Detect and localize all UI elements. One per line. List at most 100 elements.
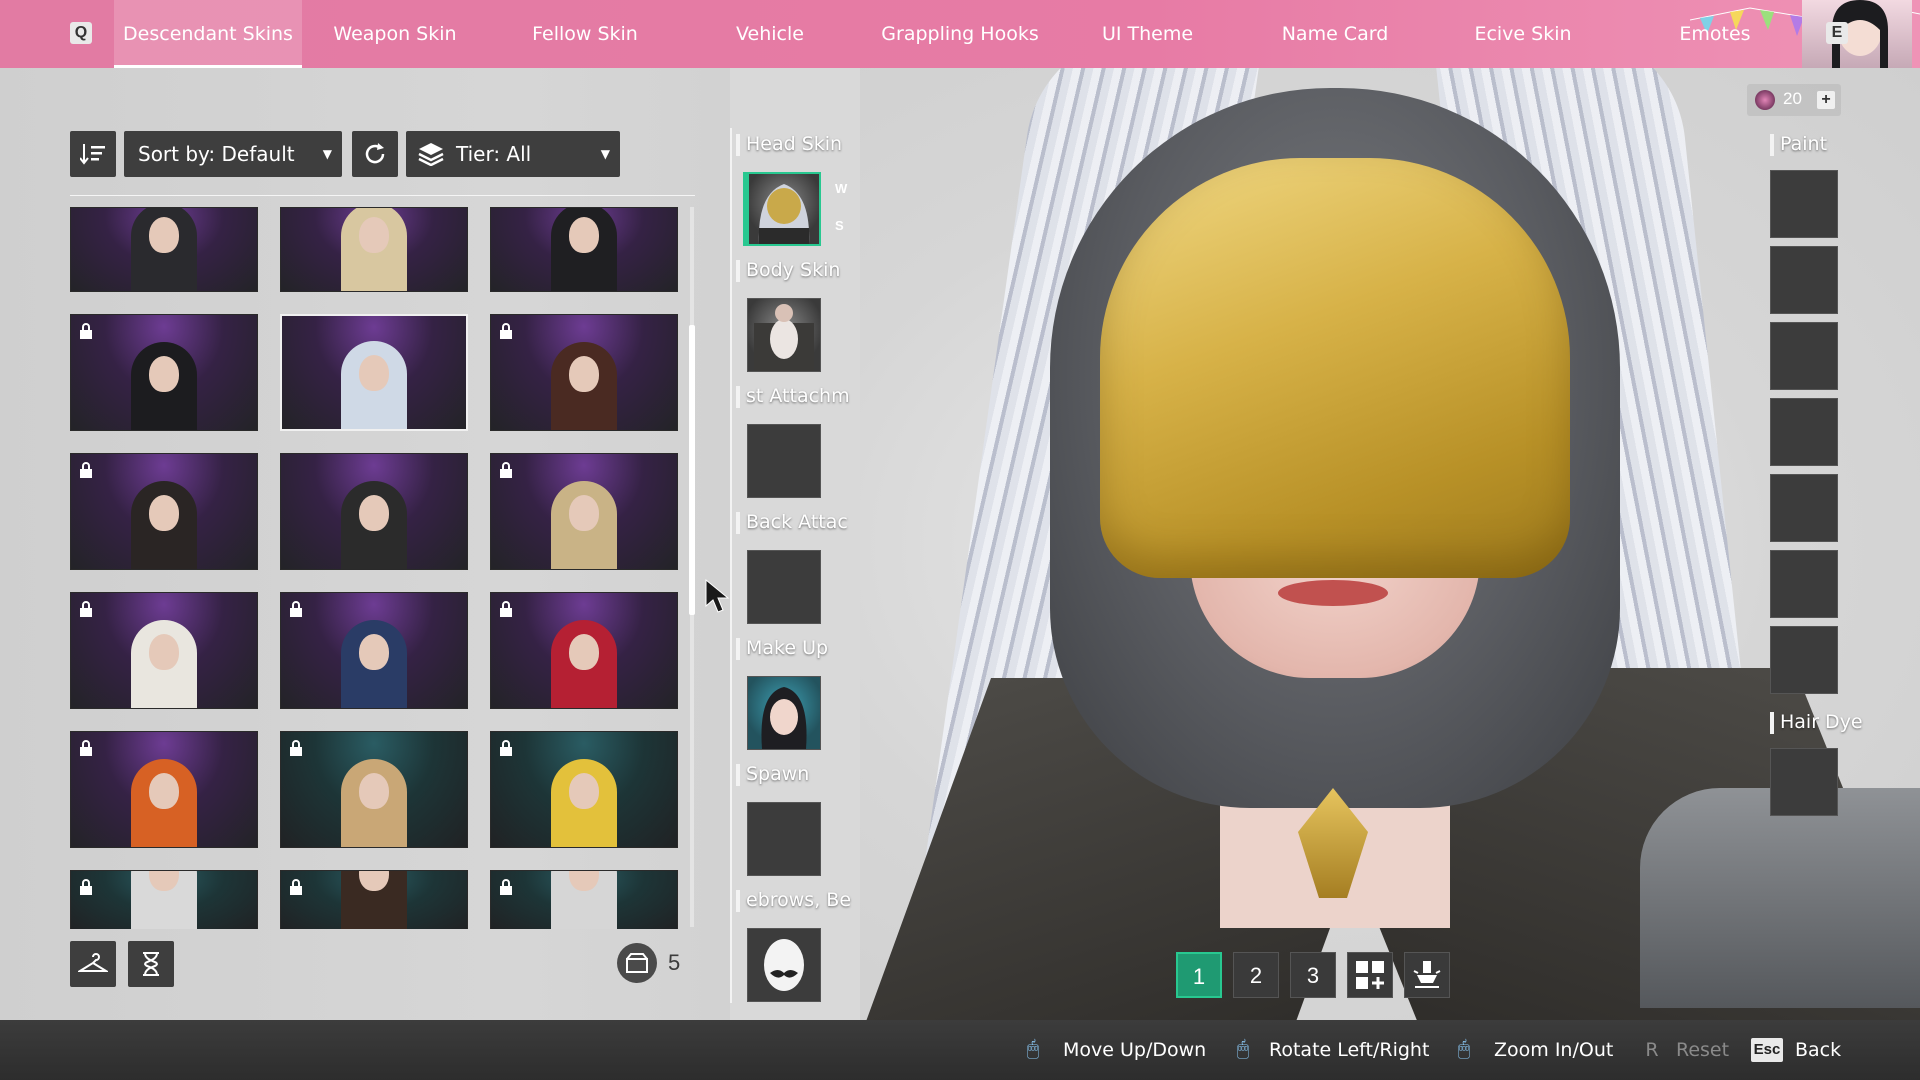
reset-key-icon: R	[1645, 1039, 1659, 1061]
limited-time-button[interactable]	[128, 941, 174, 987]
lock-icon	[289, 879, 303, 899]
reset-button[interactable]: Reset	[1676, 1020, 1729, 1080]
skin-portrait	[551, 871, 617, 929]
slot-make-up[interactable]	[747, 676, 821, 750]
mouse-drag-icon: 🖱	[1237, 1038, 1249, 1060]
skin-card[interactable]	[490, 453, 678, 570]
currency-value: 20	[1783, 89, 1802, 108]
tier-dropdown[interactable]: Tier: All ▼	[406, 131, 620, 177]
skin-card[interactable]	[70, 731, 258, 848]
sort-dropdown-label: Sort by: Default	[138, 142, 295, 166]
head-skin-thumbnail	[758, 184, 810, 244]
skin-portrait	[341, 341, 407, 429]
tab-ui-theme[interactable]: UI Theme	[1075, 0, 1220, 68]
lock-icon	[499, 323, 513, 343]
lock-icon	[79, 879, 93, 899]
tab-grappling-hooks[interactable]: Grappling Hooks	[870, 0, 1050, 68]
divider	[70, 195, 695, 196]
hair-dye-slot[interactable]	[1770, 748, 1838, 816]
skin-card[interactable]	[280, 207, 468, 292]
skin-portrait	[551, 481, 617, 569]
hint-move-up-down: Move Up/Down	[1063, 1039, 1207, 1061]
skin-card[interactable]	[490, 592, 678, 709]
tab-name-card[interactable]: Name Card	[1260, 0, 1410, 68]
skin-card[interactable]	[490, 870, 678, 929]
skin-card[interactable]	[70, 314, 258, 431]
skin-portrait	[341, 208, 407, 291]
face-mustache-icon	[764, 939, 804, 991]
head-slot-key-w: W	[835, 181, 848, 196]
tab-fellow-skin[interactable]: Fellow Skin	[510, 0, 660, 68]
next-tab-key[interactable]: E	[1826, 22, 1848, 44]
lock-icon	[79, 323, 93, 343]
paint-slot-4[interactable]	[1770, 398, 1838, 466]
skin-card[interactable]	[490, 314, 678, 431]
skin-portrait	[131, 620, 197, 708]
preset-3-button[interactable]: 3	[1290, 952, 1336, 998]
slot-label-eyebrows-beard: ebrows, Be	[735, 889, 852, 912]
skin-portrait	[551, 620, 617, 708]
tab-vehicle[interactable]: Vehicle	[700, 0, 840, 68]
skin-grid-scrollbar-thumb[interactable]	[689, 325, 695, 615]
pointer-arrow-icon	[705, 578, 730, 613]
slot-label-front-attachment: st Attachm	[736, 385, 850, 408]
paint-slot-1[interactable]	[1770, 170, 1838, 238]
hint-rotate: Rotate Left/Right	[1269, 1039, 1430, 1061]
slot-column-divider	[730, 128, 732, 1003]
hourglass-icon	[143, 952, 159, 976]
slot-body-skin[interactable]	[747, 298, 821, 372]
skin-card[interactable]	[280, 314, 468, 431]
character-gold-visor	[1100, 158, 1570, 578]
lock-icon	[499, 740, 513, 760]
add-preset-button[interactable]	[1347, 952, 1393, 998]
skin-card[interactable]	[70, 592, 258, 709]
refresh-icon	[365, 143, 385, 164]
preset-2-button[interactable]: 2	[1233, 952, 1279, 998]
skin-card[interactable]	[70, 453, 258, 570]
skin-card[interactable]	[490, 731, 678, 848]
skin-portrait	[131, 481, 197, 569]
paint-slot-3[interactable]	[1770, 322, 1838, 390]
paint-slot-5[interactable]	[1770, 474, 1838, 542]
skin-card[interactable]	[70, 870, 258, 929]
paint-slot-7[interactable]	[1770, 626, 1838, 694]
slot-eyebrows-beard[interactable]	[747, 928, 821, 1002]
skin-card[interactable]	[280, 453, 468, 570]
lighting-button[interactable]	[1404, 952, 1450, 998]
skin-portrait	[551, 759, 617, 847]
refresh-filter-button[interactable]	[352, 131, 398, 177]
skin-card[interactable]	[280, 592, 468, 709]
skin-card[interactable]	[280, 870, 468, 929]
chevron-down-icon: ▼	[600, 147, 610, 161]
tab-descendant-skins[interactable]: Descendant Skins	[114, 0, 302, 68]
storage-box-icon	[617, 943, 657, 983]
skin-card[interactable]	[280, 731, 468, 848]
hair-dye-label: Hair Dye	[1770, 711, 1863, 734]
body-skin-thumbnail	[754, 304, 814, 371]
slot-head-skin[interactable]	[747, 172, 821, 246]
sort-dropdown[interactable]: Sort by: Default ▼	[124, 131, 342, 177]
mouse-wheel-icon: 🖱	[1458, 1038, 1470, 1060]
skin-card[interactable]	[490, 207, 678, 292]
esc-key-icon: Esc	[1751, 1038, 1783, 1062]
character-preview-viewport[interactable]	[860, 68, 1920, 1020]
add-currency-button[interactable]: +	[1817, 91, 1835, 109]
sort-order-button[interactable]	[70, 131, 116, 177]
tab-emotes[interactable]: Emotes	[1665, 0, 1765, 68]
skin-card[interactable]	[70, 207, 258, 292]
layers-icon	[418, 143, 444, 166]
prev-tab-key[interactable]: Q	[70, 22, 92, 44]
slot-label-body-skin: Body Skin	[735, 259, 841, 282]
paint-slot-6[interactable]	[1770, 550, 1838, 618]
skin-portrait	[341, 620, 407, 708]
slot-back-attachment[interactable]	[747, 550, 821, 624]
mouse-scroll-icon: 🖱	[1027, 1038, 1039, 1060]
slot-front-attachment[interactable]	[747, 424, 821, 498]
tab-weapon-skin[interactable]: Weapon Skin	[320, 0, 470, 68]
slot-spawn[interactable]	[747, 802, 821, 876]
tab-ecive-skin[interactable]: Ecive Skin	[1448, 0, 1598, 68]
preset-1-button[interactable]: 1	[1176, 952, 1222, 998]
wardrobe-button[interactable]	[70, 941, 116, 987]
paint-slot-2[interactable]	[1770, 246, 1838, 314]
back-button[interactable]: Back	[1795, 1020, 1841, 1080]
